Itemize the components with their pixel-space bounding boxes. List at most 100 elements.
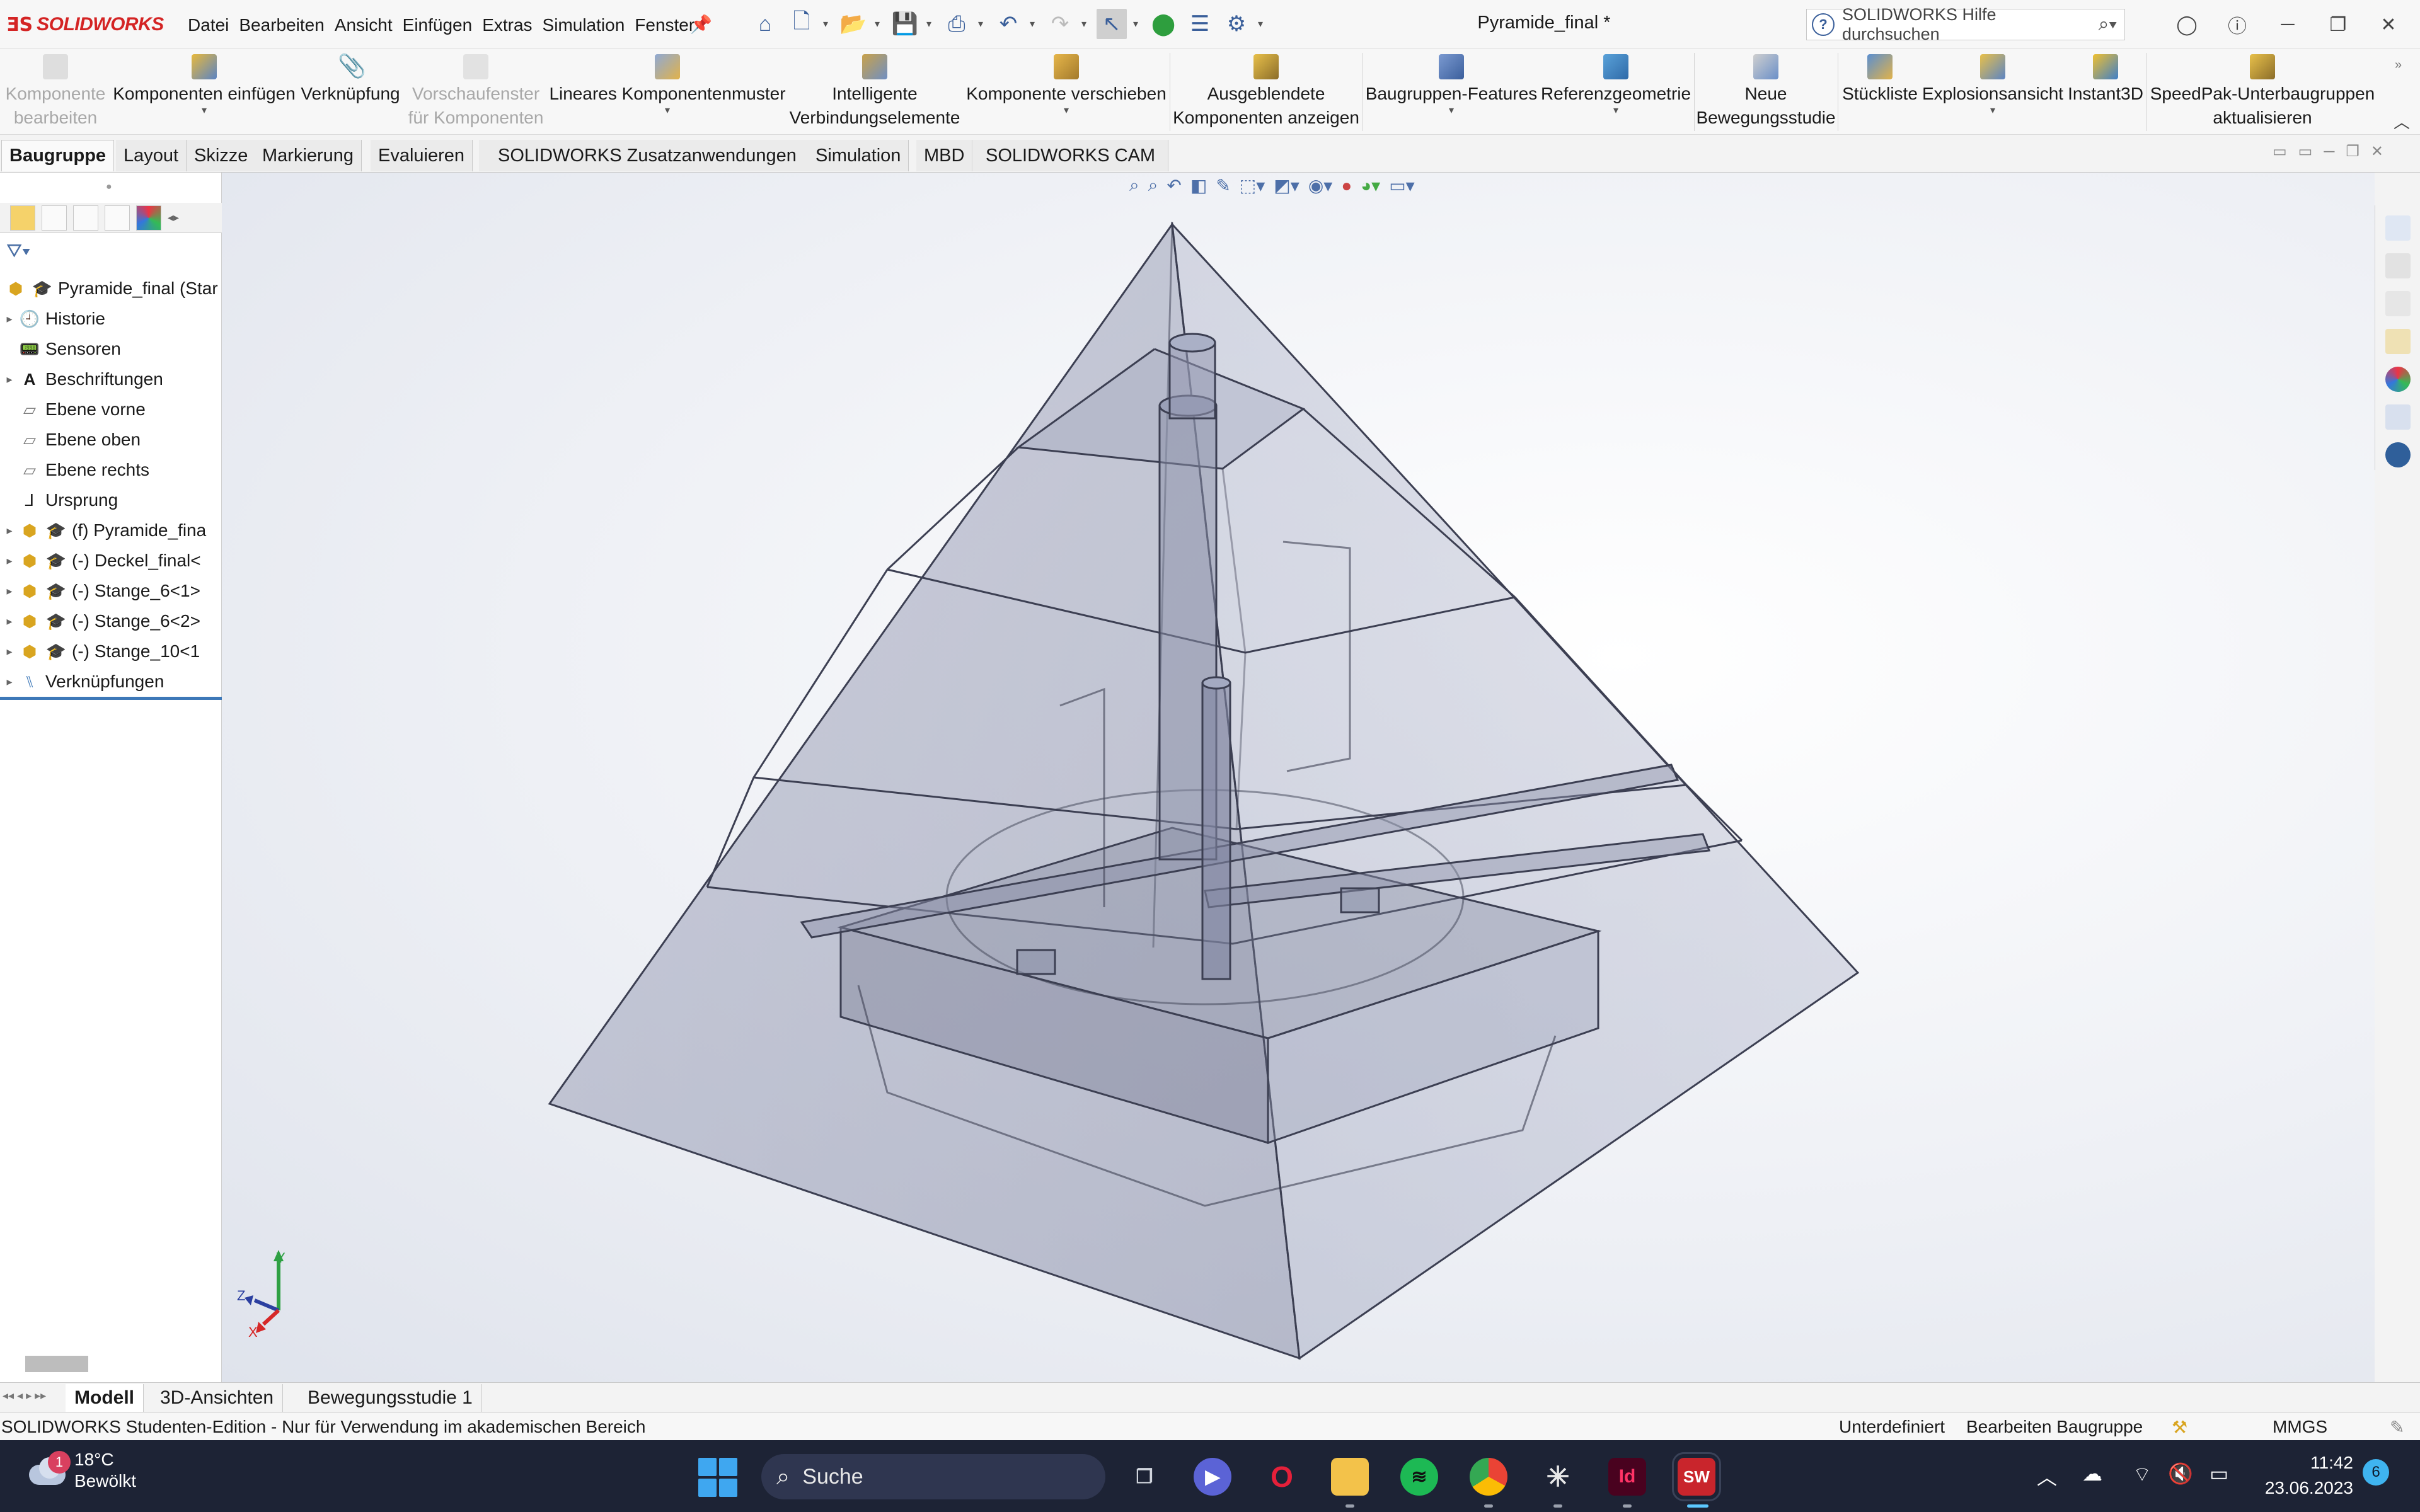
feature-manager-tab-icon[interactable]: [10, 205, 35, 231]
tree-root-assembly[interactable]: ⬢ 🎓 Pyramide_final (Star: [0, 273, 222, 304]
tree-item-sensoren[interactable]: 📟 Sensoren: [0, 334, 222, 364]
undo-icon[interactable]: ↶: [993, 9, 1023, 39]
expand-arrow-icon[interactable]: ▸: [0, 373, 19, 386]
panel-grip-icon[interactable]: ●: [106, 181, 112, 193]
chevron-down-icon[interactable]: ▾: [1064, 106, 1069, 116]
referenzgeometrie-button[interactable]: Referenzgeometrie ▾: [1539, 49, 1693, 135]
expand-arrow-icon[interactable]: ▸: [0, 554, 19, 568]
dimxpert-tab-icon[interactable]: [105, 205, 130, 231]
file-explorer-icon[interactable]: [2385, 291, 2411, 316]
expand-arrow-icon[interactable]: ▸: [0, 312, 19, 326]
options-dropdown-icon[interactable]: ▾: [1258, 18, 1267, 30]
options-gear-icon[interactable]: ⚙: [1221, 9, 1252, 39]
expand-arrow-icon[interactable]: ▸: [0, 585, 19, 598]
menu-ansicht[interactable]: Ansicht: [330, 13, 398, 38]
instant3d-button[interactable]: Instant3D: [2065, 49, 2146, 135]
chevron-down-icon[interactable]: ▾: [202, 106, 207, 116]
tree-horizontal-scrollbar[interactable]: [25, 1356, 88, 1372]
ausgeblendete-komponenten-button[interactable]: Ausgeblendete Komponenten anzeigen: [1171, 49, 1361, 135]
expand-arrow-icon[interactable]: ▸: [0, 524, 19, 537]
stueckliste-button[interactable]: Stückliste: [1839, 49, 1921, 135]
redo-icon[interactable]: ↷: [1045, 9, 1075, 39]
status-units[interactable]: MMGS: [2273, 1417, 2327, 1437]
close-button[interactable]: ✕: [2370, 9, 2407, 40]
tab-simulation[interactable]: Simulation: [808, 140, 909, 171]
speaker-muted-icon[interactable]: 🔇: [2168, 1462, 2193, 1486]
expand-arrow-icon[interactable]: ▸: [0, 645, 19, 658]
indesign-icon[interactable]: Id: [1608, 1458, 1646, 1496]
tab-bewegungsstudie[interactable]: Bewegungsstudie 1: [299, 1384, 482, 1412]
neue-bewegungsstudie-button[interactable]: Neue Bewegungsstudie: [1695, 49, 1836, 135]
configuration-manager-tab-icon[interactable]: [73, 205, 98, 231]
home-icon[interactable]: ⌂: [750, 9, 780, 39]
menu-bearbeiten[interactable]: Bearbeiten: [234, 13, 329, 38]
tab-baugruppe[interactable]: Baugruppe: [1, 140, 115, 171]
minimize-button[interactable]: ─: [2269, 9, 2307, 40]
slack-icon[interactable]: ✳: [1539, 1458, 1577, 1496]
open-icon[interactable]: 📂: [838, 9, 868, 39]
print-icon[interactable]: ⎙: [942, 9, 972, 39]
tree-item-pyramide[interactable]: ▸ ⬢ 🎓 (f) Pyramide_fina: [0, 515, 222, 546]
tree-item-stange6-1[interactable]: ▸ ⬢ 🎓 (-) Stange_6<1>: [0, 576, 222, 606]
menu-simulation[interactable]: Simulation: [538, 13, 630, 38]
undo-dropdown-icon[interactable]: ▾: [1030, 18, 1039, 30]
solidworks-taskbar-icon[interactable]: SW: [1672, 1452, 1721, 1501]
expand-arrow-icon[interactable]: ▸: [0, 675, 19, 689]
filter-icon[interactable]: ⛛▾: [6, 241, 30, 262]
user-account-icon[interactable]: ◯: [2168, 9, 2206, 40]
wifi-icon[interactable]: ⌔: [2133, 1462, 2152, 1487]
chrome-icon[interactable]: [1470, 1458, 1507, 1496]
lineares-muster-button[interactable]: Lineares Komponentenmuster ▾: [547, 49, 788, 135]
tab-modell[interactable]: Modell: [66, 1384, 144, 1412]
display-manager-tab-icon[interactable]: [136, 205, 161, 231]
print-dropdown-icon[interactable]: ▾: [978, 18, 987, 30]
notification-badge[interactable]: 6: [2363, 1459, 2389, 1486]
tab-evaluieren[interactable]: Evaluieren: [371, 140, 473, 171]
restore-button[interactable]: ❐: [2319, 9, 2357, 40]
tree-item-ebene-vorne[interactable]: ▱ Ebene vorne: [0, 394, 222, 425]
tab-solidworks-cam[interactable]: SOLIDWORKS CAM: [973, 140, 1169, 171]
pin-icon[interactable]: 📌: [690, 14, 712, 35]
view-palette-icon[interactable]: [2385, 329, 2411, 354]
property-manager-tab-icon[interactable]: [42, 205, 67, 231]
weather-widget[interactable]: 1 18°C Bewölkt: [25, 1449, 136, 1492]
taskbar-clock[interactable]: 11:42 23.06.2023: [2250, 1450, 2353, 1501]
solidworks-resources-icon[interactable]: [2385, 215, 2411, 241]
baugruppen-features-button[interactable]: Baugruppen-Features ▾: [1364, 49, 1539, 135]
komponente-verschieben-button[interactable]: Komponente verschieben ▾: [964, 49, 1168, 135]
tab-markierung[interactable]: Markierung: [255, 140, 362, 171]
tree-item-historie[interactable]: ▸ 🕘 Historie: [0, 304, 222, 334]
tab-scroll-arrows-icon[interactable]: ◂◂ ◂ ▸ ▸▸: [3, 1389, 46, 1402]
save-dropdown-icon[interactable]: ▾: [926, 18, 935, 30]
collapse-ribbon-icon[interactable]: ︿: [2394, 110, 2410, 133]
tab-zusatzanwendungen[interactable]: SOLIDWORKS Zusatzanwendungen: [479, 140, 816, 171]
komponente-bearbeiten-button[interactable]: Komponente bearbeiten: [0, 49, 111, 135]
panel-tabs-scroll-icon[interactable]: ◂▸: [168, 211, 179, 224]
solidworks-forum-icon[interactable]: [2385, 442, 2411, 467]
onedrive-icon[interactable]: ☁: [2082, 1462, 2102, 1486]
new-dropdown-icon[interactable]: ▾: [823, 18, 832, 30]
open-dropdown-icon[interactable]: ▾: [875, 18, 884, 30]
new-document-icon[interactable]: 🗋: [786, 9, 817, 39]
redo-dropdown-icon[interactable]: ▾: [1081, 18, 1090, 30]
tree-item-ebene-oben[interactable]: ▱ Ebene oben: [0, 425, 222, 455]
tree-item-ebene-rechts[interactable]: ▱ Ebene rechts: [0, 455, 222, 485]
appearances-icon[interactable]: [2385, 367, 2411, 392]
chevron-down-icon[interactable]: ▾: [1613, 106, 1618, 116]
task-view-icon[interactable]: ❐: [1126, 1458, 1163, 1496]
search-icon[interactable]: ⌕▾: [2099, 14, 2117, 35]
tree-item-verknuepfungen[interactable]: ▸ ⑊ Verknüpfungen: [0, 667, 222, 697]
viewport-window-controls[interactable]: ▭▭─❐✕: [2273, 142, 2395, 161]
save-icon[interactable]: 💾: [890, 9, 920, 39]
select-dropdown-icon[interactable]: ▾: [1133, 18, 1142, 30]
custom-properties-icon[interactable]: [2385, 404, 2411, 430]
help-icon[interactable]: ⓘ: [2218, 9, 2256, 40]
tree-item-beschriftungen[interactable]: ▸ A Beschriftungen: [0, 364, 222, 394]
chevron-down-icon[interactable]: ▾: [665, 106, 670, 116]
graphics-viewport[interactable]: ⌕ ⌕ ↶ ◧ ✎ ⬚▾ ◩▾ ◉▾ ● ◕▾ ▭▾ Y Z X: [222, 173, 2375, 1382]
tree-item-deckel[interactable]: ▸ ⬢ 🎓 (-) Deckel_final<: [0, 546, 222, 576]
menu-fenster[interactable]: Fenster: [630, 13, 700, 38]
rollback-bar[interactable]: [0, 697, 222, 700]
speedpak-button[interactable]: SpeedPak-Unterbaugruppen aktualisieren: [2148, 49, 2377, 135]
tab-3d-ansichten[interactable]: 3D-Ansichten: [151, 1384, 284, 1412]
